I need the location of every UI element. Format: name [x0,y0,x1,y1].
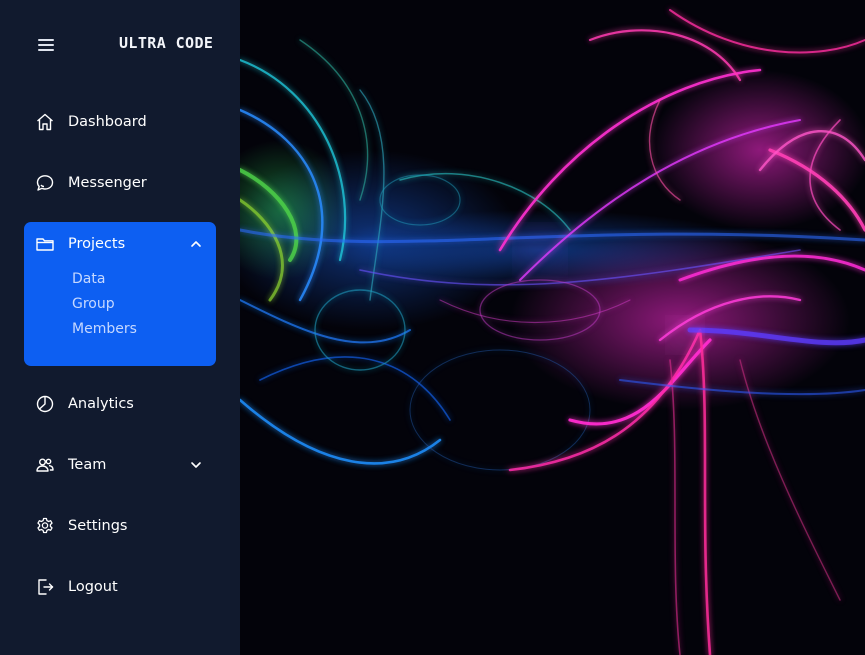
sidebar-item-label: Dashboard [68,114,147,130]
sidebar-item-logout[interactable]: Logout [24,565,216,609]
sidebar-item-analytics[interactable]: Analytics [24,382,216,426]
gear-icon [35,516,55,536]
submenu-item-group[interactable]: Group [72,296,115,312]
pie-chart-icon [35,394,55,414]
sidebar-item-messenger[interactable]: Messenger [24,161,216,205]
abstract-light-streaks [240,0,865,655]
sidebar-item-team[interactable]: Team [24,443,216,487]
folder-icon [35,234,55,254]
sidebar-item-label: Projects [68,236,126,252]
sidebar-item-label: Messenger [68,175,147,191]
submenu-item-members[interactable]: Members [72,321,137,337]
sidebar-item-label: Settings [68,518,128,534]
brand-logo-text: ULTRA CODE [119,34,214,52]
hamburger-icon[interactable] [38,38,54,52]
sidebar-item-label: Analytics [68,396,134,412]
app-root: ULTRA CODE Dashboard Messenger Projects … [0,0,865,655]
logout-icon [35,577,55,597]
hero-background-image [240,0,865,655]
sidebar-group-projects: Projects Data Group Members [24,222,216,366]
sidebar-item-label: Team [68,457,107,473]
home-icon [35,112,55,132]
sidebar-item-dashboard[interactable]: Dashboard [24,100,216,144]
chevron-down-icon[interactable] [189,458,203,472]
sidebar-item-settings[interactable]: Settings [24,504,216,548]
sidebar: ULTRA CODE Dashboard Messenger Projects … [0,0,240,655]
chevron-up-icon[interactable] [189,237,203,251]
sidebar-item-label: Logout [68,579,118,595]
chat-icon [35,173,55,193]
sidebar-item-projects[interactable]: Projects [24,222,216,266]
users-icon [35,455,55,475]
submenu-item-data[interactable]: Data [72,271,105,287]
